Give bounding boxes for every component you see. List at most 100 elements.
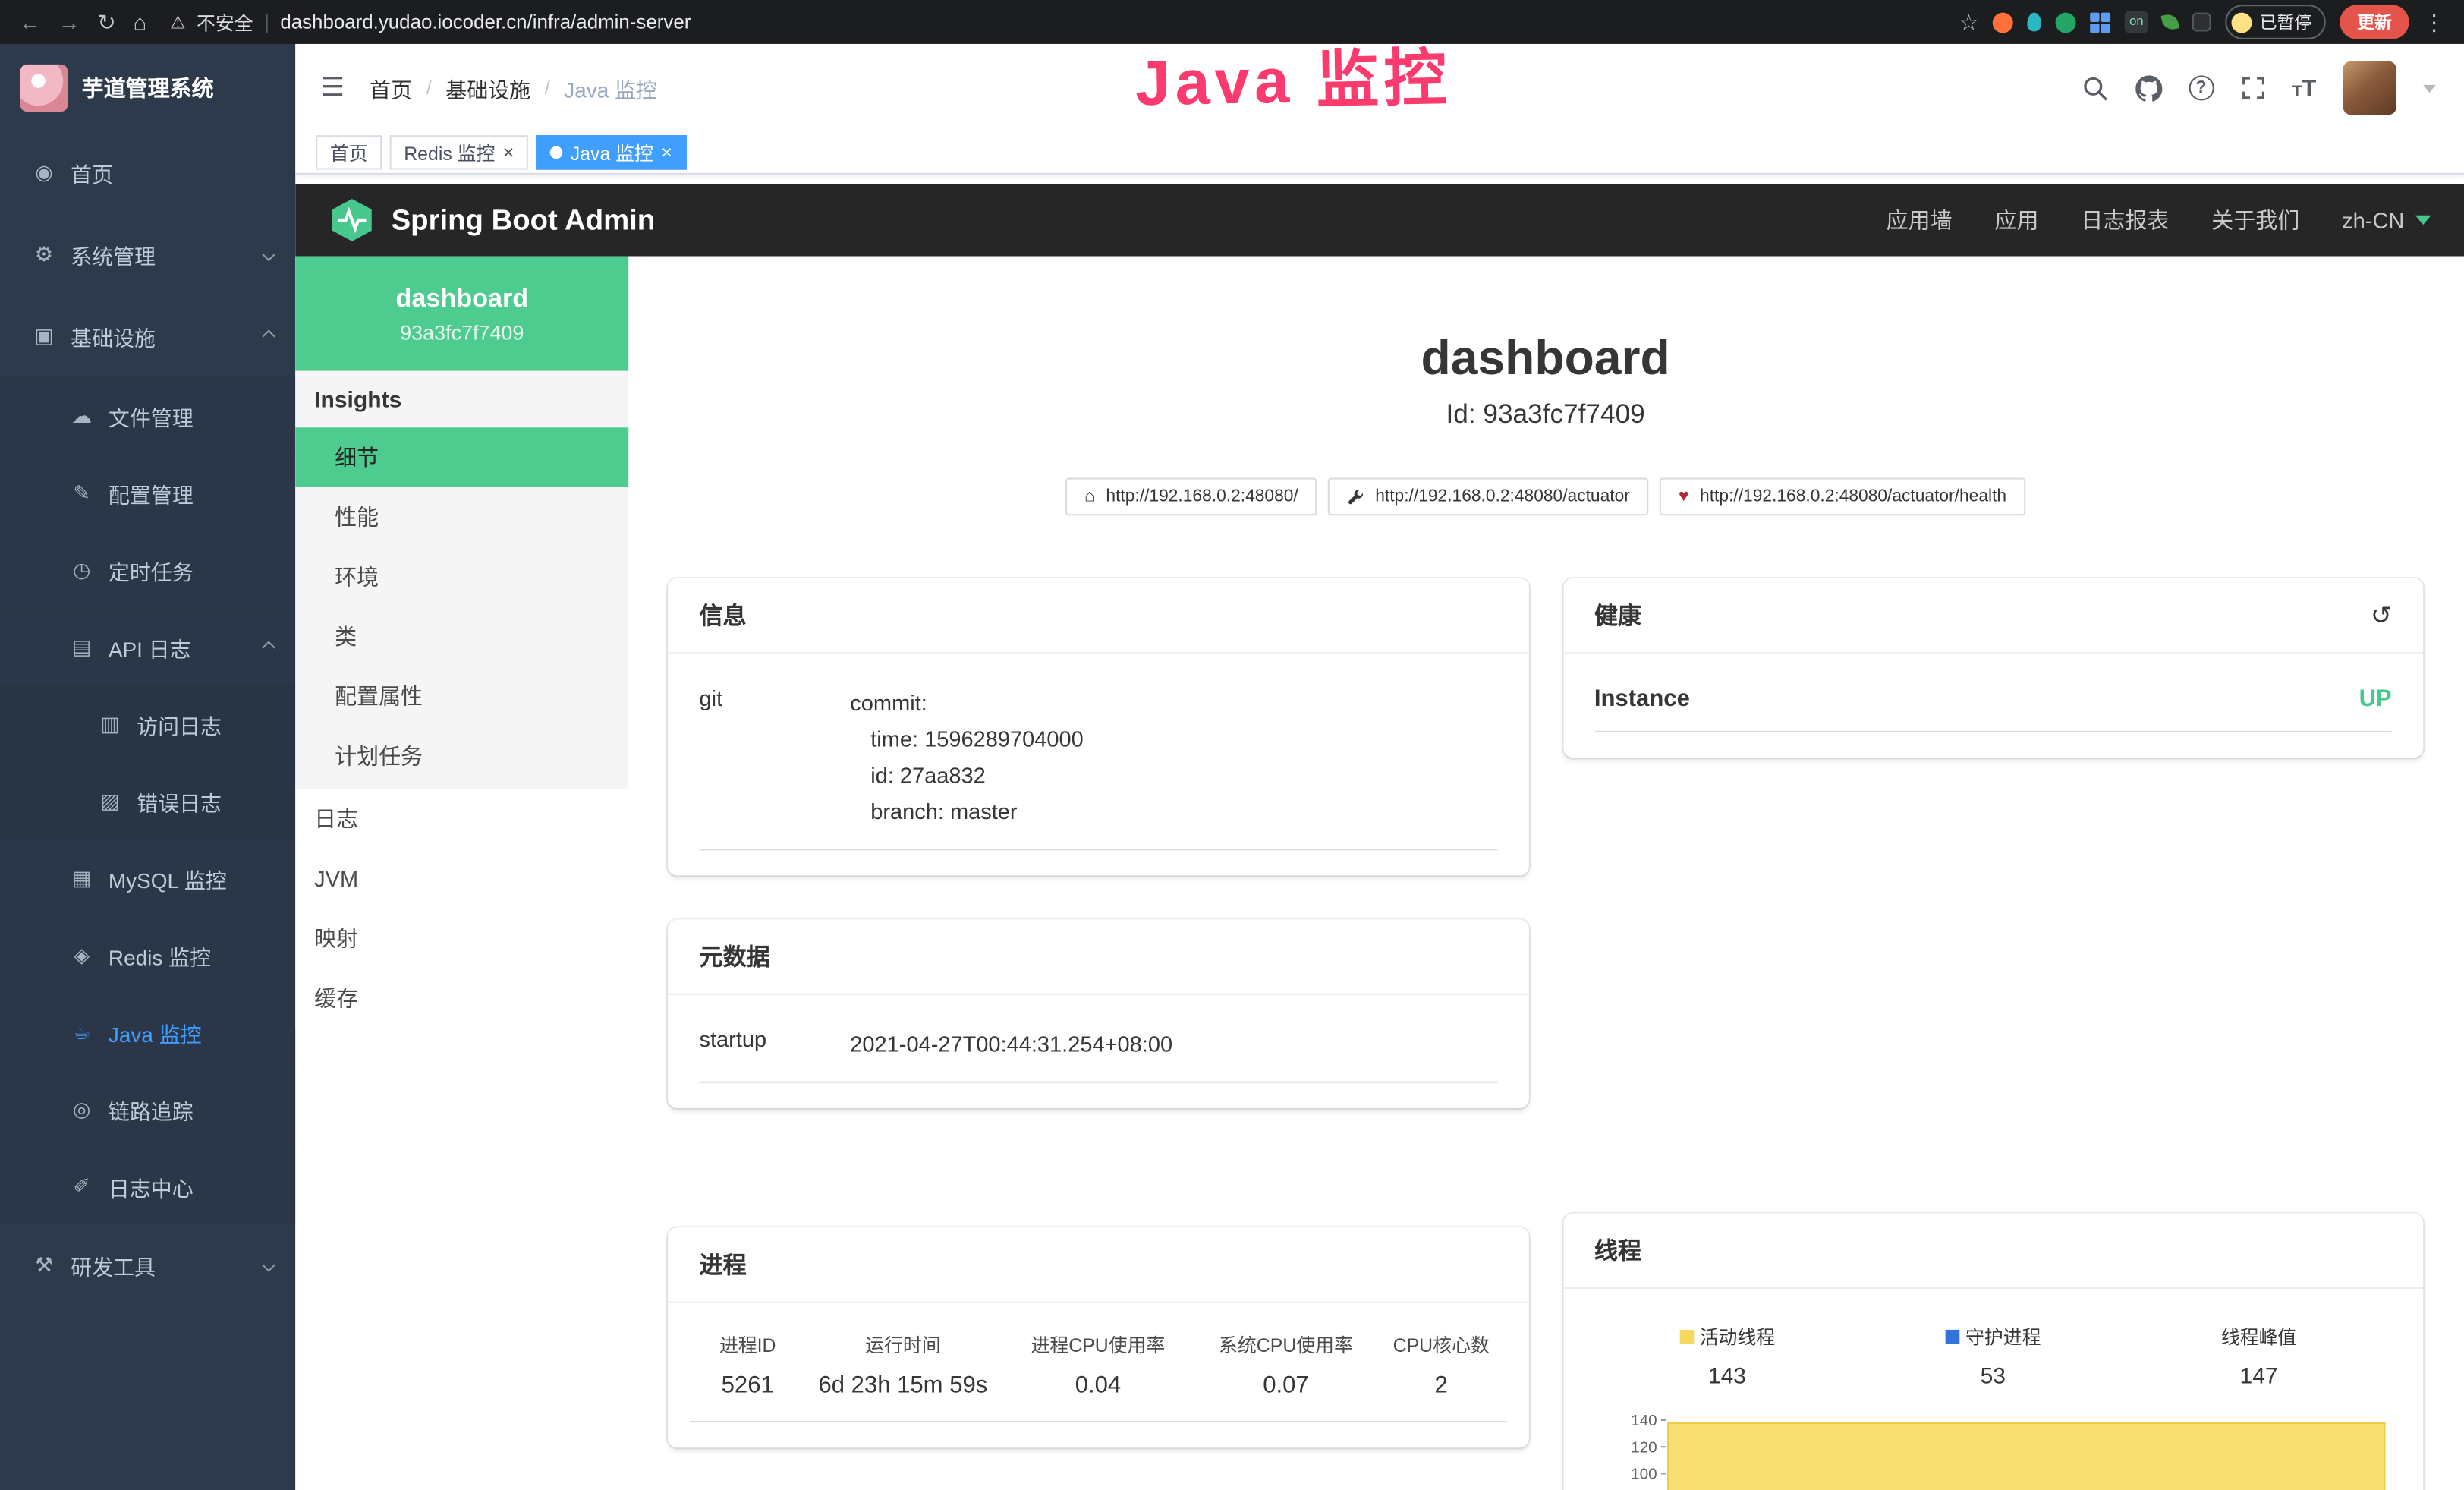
sba-nav-applications[interactable]: 应用 (1995, 204, 2039, 235)
error-log-icon: ▨ (97, 789, 122, 814)
sidebar-item-infra[interactable]: ▣ 基础设施 (0, 295, 295, 377)
git-branch-line: branch: master (850, 794, 1496, 830)
app-title: 芋道管理系统 (82, 72, 214, 103)
browser-home-icon[interactable]: ⌂ (133, 11, 146, 33)
legend-live-threads: 活动线程 143 (1594, 1324, 1860, 1390)
fullscreen-icon[interactable] (2240, 75, 2265, 100)
pen-icon: ✐ (69, 1173, 94, 1199)
search-icon[interactable] (2082, 74, 2108, 101)
sidebar-item-redis-monitor[interactable]: ◈ Redis 监控 (0, 916, 295, 993)
page-subtitle: Id: 93a3fc7f7409 (668, 399, 2423, 430)
process-card: 进程 进程ID 运行时间 进程CPU使用率 系统CPU使用率 (668, 1227, 1528, 1447)
sidebar-item-home[interactable]: ◉ 首页 (0, 132, 295, 214)
forward-icon[interactable]: → (58, 11, 80, 33)
sba-locale-select[interactable]: zh-CN (2342, 207, 2431, 232)
redis-icon: ◈ (69, 942, 94, 967)
sba-nav-wallboard[interactable]: 应用墙 (1887, 204, 1953, 235)
extensions-puzzle-icon[interactable] (2192, 13, 2211, 32)
legend-peak-threads: 线程峰值 147 (2126, 1324, 2391, 1390)
menu-item-scheduled-tasks[interactable]: 计划任务 (295, 726, 628, 786)
menu-item-metrics[interactable]: 性能 (295, 487, 628, 547)
extension-green-icon[interactable] (2056, 12, 2076, 33)
menu-item-caches[interactable]: 缓存 (295, 969, 628, 1029)
process-col-cores: CPU核心数 (1376, 1331, 1506, 1358)
menu-item-logs[interactable]: 日志 (295, 789, 628, 849)
help-icon[interactable]: ? (2189, 75, 2214, 100)
close-icon[interactable]: × (661, 143, 672, 162)
status-badge: UP (2359, 685, 2392, 712)
menu-item-classes[interactable]: 类 (295, 606, 628, 666)
sidebar-item-file-manage[interactable]: ☁ 文件管理 (0, 377, 295, 454)
extension-on-badge-icon[interactable]: on (2125, 11, 2148, 33)
link-base-url[interactable]: ⌂ http://192.168.0.2:48080/ (1065, 478, 1317, 516)
hamburger-icon[interactable]: ☰ (320, 72, 345, 103)
sba-brand-title[interactable]: Spring Boot Admin (392, 203, 656, 238)
extension-orange-icon[interactable] (1993, 12, 2013, 33)
menu-item-environment[interactable]: 环境 (295, 547, 628, 607)
reload-icon[interactable]: ↻ (97, 11, 115, 33)
instance-header[interactable]: dashboard 93a3fc7f7409 (295, 257, 628, 371)
sidebar-item-scheduled-job[interactable]: ◷ 定时任务 (0, 531, 295, 608)
sidebar-item-error-log[interactable]: ▨ 错误日志 (0, 762, 295, 839)
process-val-cores: 2 (1376, 1372, 1506, 1399)
health-instance-row[interactable]: Instance UP (1594, 685, 2392, 732)
bookmark-star-icon[interactable]: ☆ (1959, 11, 1978, 33)
git-id-line: id: 27aa832 (850, 758, 1496, 794)
process-col-uptime: 运行时间 (805, 1331, 1000, 1358)
process-col-proc-cpu: 进程CPU使用率 (1000, 1331, 1195, 1358)
extension-leaf-icon[interactable] (2160, 13, 2179, 32)
peak-threads-value: 147 (2126, 1364, 2391, 1389)
tab-home[interactable]: 首页 (316, 135, 382, 170)
menu-item-details[interactable]: 细节 (295, 427, 628, 487)
font-size-icon[interactable]: TT (2292, 74, 2317, 101)
menu-item-configprops[interactable]: 配置属性 (295, 666, 628, 726)
menu-item-mappings[interactable]: 映射 (295, 909, 628, 969)
profile-paused-badge[interactable]: 已暂停 (2225, 5, 2326, 39)
health-card-title: 健康 (1594, 599, 1641, 632)
sidebar-item-log-center[interactable]: ✐ 日志中心 (0, 1148, 295, 1224)
back-icon[interactable]: ← (19, 11, 41, 33)
sidebar-item-mysql-monitor[interactable]: ▦ MySQL 监控 (0, 840, 295, 916)
daemon-threads-swatch (1945, 1330, 1959, 1344)
sidebar-item-access-log[interactable]: ▥ 访问日志 (0, 685, 295, 762)
link-actuator[interactable]: http://192.168.0.2:48080/actuator (1328, 478, 1649, 516)
address-bar[interactable]: ⚠ 不安全 | dashboard.yudao.iocoder.cn/infra… (170, 8, 691, 35)
sba-nav-journal[interactable]: 日志报表 (2081, 204, 2169, 235)
user-avatar[interactable] (2343, 61, 2396, 115)
github-icon[interactable] (2135, 74, 2162, 101)
sidebar-item-dev-tools[interactable]: ⚒ 研发工具 (0, 1224, 295, 1306)
chrome-update-button[interactable]: 更新 (2340, 5, 2409, 39)
tab-java-monitor[interactable]: Java 监控× (536, 135, 686, 170)
sidebar-item-java-monitor[interactable]: ☕ Java 监控 (0, 994, 295, 1070)
history-icon[interactable]: ↺ (2371, 600, 2392, 631)
extension-grid-icon[interactable] (2090, 12, 2110, 33)
close-icon[interactable]: × (503, 143, 515, 162)
breadcrumb-infra[interactable]: 基础设施 (445, 72, 530, 103)
process-val-proc-cpu: 0.04 (1000, 1372, 1195, 1399)
chrome-menu-icon[interactable]: ⋮ (2423, 11, 2445, 33)
legend-daemon-threads: 守护进程 53 (1860, 1324, 2126, 1390)
app-logo[interactable]: 芋道管理系统 (0, 44, 295, 132)
caret-down-icon[interactable] (2423, 84, 2436, 92)
tab-redis-monitor[interactable]: Redis 监控× (390, 135, 528, 170)
link-health[interactable]: ♥ http://192.168.0.2:48080/actuator/heal… (1660, 478, 2025, 516)
extension-drop-icon[interactable] (2028, 13, 2042, 32)
git-time-line: time: 1596289704000 (850, 721, 1496, 758)
process-val-uptime: 6d 23h 15m 59s (805, 1372, 1000, 1399)
sidebar-item-api-log[interactable]: ▤ API 日志 (0, 608, 295, 685)
edit-icon: ✎ (69, 480, 94, 506)
access-log-icon: ▥ (97, 711, 122, 736)
sidebar-item-config-manage[interactable]: ✎ 配置管理 (0, 454, 295, 531)
sidebar-item-trace[interactable]: ◎ 链路追踪 (0, 1070, 295, 1147)
breadcrumb: 首页 / 基础设施 / Java 监控 (370, 72, 657, 103)
breadcrumb-home[interactable]: 首页 (370, 72, 412, 103)
app-menu: ◉ 首页 ⚙ 系统管理 ▣ 基础设施 ☁ 文件管理 (0, 132, 295, 1306)
process-table: 进程ID 运行时间 进程CPU使用率 系统CPU使用率 CPU核心数 5261 … (690, 1331, 1506, 1422)
sidebar-item-system[interactable]: ⚙ 系统管理 (0, 214, 295, 296)
cloud-icon: ☁ (69, 403, 94, 428)
process-col-pid: 进程ID (690, 1331, 805, 1358)
insights-section: Insights 细节 性能 环境 类 配置属性 计划任务 (295, 371, 628, 789)
menu-item-jvm[interactable]: JVM (295, 849, 628, 909)
sba-nav-about[interactable]: 关于我们 (2211, 204, 2299, 235)
startup-key: startup (700, 1026, 851, 1063)
